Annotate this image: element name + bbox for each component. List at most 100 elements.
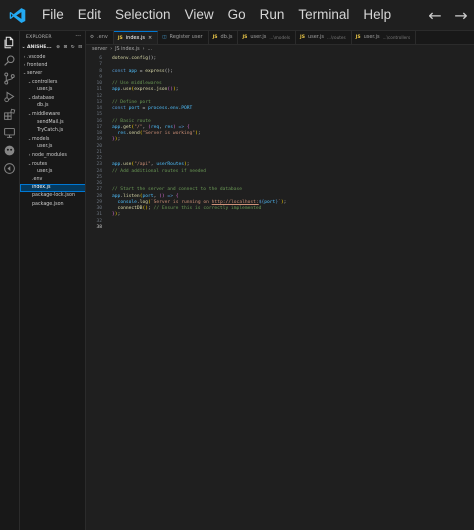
tree-item[interactable]: ⌄middleware [20, 110, 85, 118]
tree-item[interactable]: ⌄server [20, 69, 85, 77]
explorer-toolbar-icons[interactable]: ⊕ ⊞ ↻ ⊟ [56, 44, 83, 52]
code-token: = [136, 68, 146, 74]
menu-view[interactable]: View [178, 0, 221, 30]
code-line: 15 [86, 112, 474, 118]
code-token: ; [117, 137, 121, 143]
tree-item[interactable]: ⌄controllers [20, 78, 85, 86]
close-icon[interactable]: × [148, 32, 152, 45]
chevron-down-icon: ⌄ [21, 45, 26, 50]
navigation-controls: ← → [422, 0, 474, 30]
code-token: // Basic route [112, 118, 151, 124]
source-control-icon[interactable] [3, 72, 16, 85]
code-token: // Use middlewares [112, 81, 162, 86]
tree-item[interactable]: ⌄database [20, 94, 85, 102]
tree-item[interactable]: package-lock.json [20, 192, 85, 200]
tree-item[interactable]: index.js [20, 184, 85, 193]
menu-run[interactable]: Run [253, 0, 292, 30]
tree-item-label: package.json [32, 201, 64, 207]
code-line: 38 [86, 225, 474, 231]
javascript-file-icon: JS [212, 35, 218, 40]
forward-arrow-icon[interactable]: → [448, 6, 474, 25]
tree-item[interactable]: user.js [20, 168, 85, 176]
tree-item-label: index.js [32, 185, 51, 191]
code-token: // Start the server and connect to the d… [112, 187, 242, 193]
code-token: req [150, 124, 160, 130]
code-editor[interactable]: 6 dotenv.config(); 7 8 const app = express()… [86, 56, 474, 276]
extensions-icon[interactable] [3, 108, 16, 121]
copilot-icon[interactable] [3, 144, 16, 157]
code-token: console [117, 199, 137, 205]
code-token: http://localhost: [211, 199, 259, 205]
tree-item[interactable]: ⌄models [20, 135, 85, 143]
code-line: 17 app.get("/", (req, res) => { [86, 125, 474, 131]
tree-item-label: database [32, 96, 55, 101]
tree-item[interactable]: .env [20, 176, 85, 184]
code-token: connectDB [117, 206, 143, 211]
breadcrumb-folder[interactable]: server [92, 47, 107, 52]
tree-item[interactable]: › frontend [20, 61, 85, 69]
code-token: "/api" [134, 162, 151, 168]
tree-item[interactable]: › .vscode [20, 53, 85, 61]
code-token: res [117, 131, 126, 136]
code-line: 32 [86, 219, 474, 225]
explorer-files-icon[interactable] [3, 36, 16, 49]
editor-tab[interactable]: JS index.js × [113, 31, 159, 45]
back-arrow-icon[interactable]: ← [422, 6, 448, 25]
code-token: // Add additional routes if needed [112, 168, 207, 174]
tree-item-label: TryCatch.js [37, 127, 64, 133]
editor-tab[interactable]: JS user.js ...\routes [296, 31, 352, 44]
menu-help[interactable]: Help [356, 0, 398, 30]
run-debug-icon[interactable] [3, 90, 16, 103]
editor-group: ⚙ .env JS index.js × ◫ Register user JS db.js JS u… [86, 31, 474, 530]
editor-tab[interactable]: JS user.js ...\models [238, 31, 297, 44]
code-token: send [128, 131, 140, 136]
remote-explorer-icon[interactable] [3, 126, 16, 139]
tree-item[interactable]: user.js [20, 86, 85, 94]
menu-file[interactable]: File [34, 0, 71, 30]
tree-item[interactable]: user.js [20, 143, 85, 151]
browser-preview-icon[interactable] [3, 162, 16, 175]
code-token: json [156, 87, 168, 93]
activity-bar [0, 31, 20, 530]
editor-tab[interactable]: JS db.js [209, 31, 239, 44]
code-token: ; [186, 162, 190, 168]
search-icon[interactable] [3, 54, 16, 67]
tree-item[interactable]: db.js [20, 102, 85, 110]
editor-tab[interactable]: JS user.js ...\controllers [352, 31, 417, 44]
code-line: 25 [86, 175, 474, 181]
tree-item-label: middleware [32, 112, 61, 118]
tree-item-label: .env [32, 177, 43, 182]
code-token: (); [148, 56, 157, 61]
code-token: (); [164, 68, 173, 74]
workspace-section-header[interactable]: ⌄ ANISHE... ⊕ ⊞ ↻ ⊟ [20, 44, 85, 52]
code-token: ; [175, 87, 179, 93]
code-token: port [264, 199, 276, 205]
menu-go[interactable]: Go [221, 0, 253, 30]
code-line: 19}); [86, 137, 474, 143]
tab-path-hint: ...\routes [326, 35, 346, 40]
code-token: app [128, 68, 137, 74]
editor-tab[interactable]: ⚙ .env [86, 31, 114, 44]
explorer-sidebar: EXPLORER ··· ⌄ ANISHE... ⊕ ⊞ ↻ ⊟ › .vscode… [20, 31, 86, 530]
settings-file-icon: ⚙ [90, 35, 95, 40]
code-line: 11 app.use(express.json()); [86, 87, 474, 93]
more-actions-icon[interactable]: ··· [75, 33, 81, 40]
code-token: express [134, 87, 154, 93]
tab-label: user.js [250, 34, 267, 40]
javascript-file-icon: JS [355, 35, 361, 40]
menu-terminal[interactable]: Terminal [291, 0, 356, 30]
tree-item[interactable]: ⌄routes [20, 160, 85, 168]
editor-tab[interactable]: ◫ Register user [158, 31, 209, 44]
tree-item[interactable]: sendMail.js [20, 119, 85, 127]
breadcrumb-symbol[interactable]: ... [148, 47, 153, 52]
tree-item[interactable]: TryCatch.js [20, 127, 85, 135]
menu-edit[interactable]: Edit [71, 0, 108, 30]
javascript-file-icon: JS [242, 35, 248, 40]
vscode-logo-icon[interactable] [0, 0, 34, 30]
tree-item[interactable]: › node_modules [20, 151, 85, 159]
code-line: 12 [86, 94, 474, 100]
code-line: 7 [86, 62, 474, 68]
breadcrumb-file[interactable]: JS index.js [115, 47, 139, 52]
menu-selection[interactable]: Selection [108, 0, 178, 30]
tree-item[interactable]: package.json [20, 201, 85, 209]
